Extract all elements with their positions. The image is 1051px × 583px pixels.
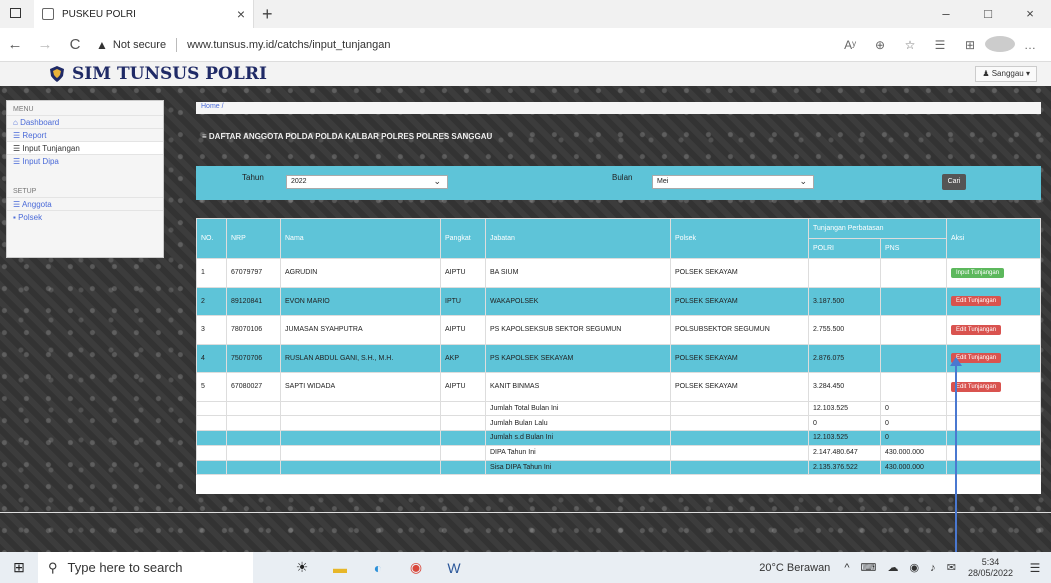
close-tab-icon[interactable]: × <box>237 6 245 22</box>
table-row: 4 75070706 RUSLAN ABDUL GANI, S.H., M.H. AK… <box>196 343 1041 373</box>
sidebar-item-polsek[interactable]: ▪ Polsek <box>7 210 163 223</box>
edge-icon[interactable]: ◐ <box>359 560 397 576</box>
search-placeholder: Type here to search <box>67 560 183 575</box>
sidebar-item-anggota[interactable]: ☰ Anggota <box>7 197 163 210</box>
table-row: 2 89120841 EVON MARIO IPTU WAKAPOLSEK POLSEK … <box>196 286 1041 316</box>
user-menu-button[interactable]: ♟ Sanggau ▾ <box>975 66 1037 82</box>
filter-bar: Tahun 2022 ⌄ Bulan Mei ⌄ Cari <box>196 166 1041 200</box>
word-icon[interactable]: W <box>435 560 473 576</box>
favorites-list-icon[interactable]: ☰ <box>925 38 955 52</box>
notifications-icon[interactable]: ☰ <box>1023 561 1047 575</box>
divider <box>176 37 178 52</box>
bulan-select[interactable]: Mei ⌄ <box>652 175 814 189</box>
col-nama: Nama <box>280 218 441 259</box>
col-nrp: NRP <box>226 218 281 259</box>
footer-divider <box>0 512 1051 513</box>
input-tunjangan-button[interactable]: Input Tunjangan <box>951 267 1005 278</box>
tahun-select[interactable]: 2022 ⌄ <box>286 175 448 189</box>
close-window-button[interactable]: × <box>1009 0 1051 28</box>
col-pangkat: Pangkat <box>440 218 486 259</box>
clock[interactable]: 5:34 28/05/2022 <box>968 557 1013 579</box>
window-icon <box>10 8 21 18</box>
favorite-icon[interactable]: ☆ <box>895 38 925 52</box>
sidebar-menu-heading: MENU <box>13 106 34 113</box>
sidebar-item-input-tunjangan[interactable]: ☰ Input Tunjangan <box>7 141 163 154</box>
col-polri: POLRI <box>808 238 881 259</box>
sidebar-item-input-dipa[interactable]: ☰ Input Dipa <box>7 154 163 167</box>
url-text[interactable]: www.tunsus.my.id/catchs/input_tunjangan <box>187 39 390 51</box>
chevron-down-icon: ⌄ <box>433 176 441 186</box>
brand-title[interactable]: SIM TUNSUS POLRI <box>72 64 267 84</box>
maximize-button[interactable]: □ <box>967 0 1009 28</box>
start-button[interactable]: ⊞ <box>0 559 38 576</box>
weather-widget[interactable]: 20°C Berawan <box>759 562 830 574</box>
annotation-arrow <box>955 364 957 583</box>
table-row: 3 78070106 JUMASAN SYAHPUTRA AIPTU PS KAPOLS… <box>196 315 1041 345</box>
tahun-label: Tahun <box>242 173 264 182</box>
summary-row: Jumlah Bulan Lalu 0 0 <box>196 415 1041 432</box>
page-icon <box>42 8 54 20</box>
address-bar: ← → C ▲ Not secure www.tunsus.my.id/catc… <box>0 28 1051 62</box>
summary-row: DIPA Tahun Ini 2.147.480.647 430.000.000 <box>196 444 1041 461</box>
anggota-table: NO. NRP Nama Pangkat Jabatan Polsek Tunj… <box>196 218 1041 494</box>
web-page: SIM TUNSUS POLRI ♟ Sanggau ▾ MENU ⌂ Dash… <box>0 62 1051 552</box>
table-row: 5 67080027 SAPTI WIDADA AIPTU KANIT BINMAS PO… <box>196 372 1041 402</box>
tab-title: PUSKEU POLRI <box>62 8 136 20</box>
table-row: 1 67079797 AGRUDIN AIPTU BA SIUM POLSEK SEKAY… <box>196 258 1041 288</box>
forward-button[interactable]: → <box>30 36 60 53</box>
profile-avatar[interactable] <box>985 35 1015 55</box>
summary-row: Sisa DIPA Tahun Ini 2.135.376.522 430.000.… <box>196 459 1041 476</box>
cari-button[interactable]: Cari <box>942 174 966 190</box>
user-label: Sanggau <box>991 69 1024 78</box>
taskbar-search[interactable]: ⚲ Type here to search <box>38 552 253 583</box>
sidebar-item-report[interactable]: ☰ Report <box>7 128 163 141</box>
read-aloud-icon[interactable]: Aʸ <box>835 38 865 52</box>
app-header: SIM TUNSUS POLRI ♟ Sanggau ▾ <box>0 62 1051 86</box>
col-jabatan: Jabatan <box>485 218 671 259</box>
system-tray: 20°C Berawan ^ ⌨ ☁ ◉ ♪ ✉ 5:34 28/05/2022… <box>759 552 1051 583</box>
not-secure-label[interactable]: Not secure <box>113 39 166 51</box>
chrome-icon[interactable]: ◉ <box>397 559 435 576</box>
collections-icon[interactable]: ⊞ <box>955 38 985 52</box>
window-controls: – □ × <box>925 0 1051 28</box>
summary-row: Jumlah s.d Bulan Ini 12.103.525 0 <box>196 430 1041 446</box>
file-explorer-icon[interactable]: ▬ <box>321 560 359 576</box>
col-polsek: Polsek <box>670 218 809 259</box>
edit-tunjangan-button[interactable]: Edit Tunjangan <box>951 324 1002 335</box>
chevron-down-icon: ⌄ <box>799 176 807 186</box>
taskbar: ⊞ ⚲ Type here to search ☀ ▬ ◐ ◉ W 20°C B… <box>0 552 1051 583</box>
summary-row: Jumlah Total Bulan Ini 12.103.525 0 <box>196 400 1041 417</box>
shield-logo-icon <box>50 66 64 82</box>
breadcrumb[interactable]: Home / <box>196 102 1041 114</box>
url-field[interactable]: ▲ Not secure www.tunsus.my.id/catchs/inp… <box>96 32 796 58</box>
sidebar-setup-heading: SETUP <box>13 188 37 195</box>
more-menu-icon[interactable]: … <box>1015 38 1045 52</box>
time: 5:34 <box>981 556 1000 567</box>
col-aksi: Aksi <box>946 218 1041 259</box>
date: 28/05/2022 <box>967 567 1013 578</box>
browser-tab-bar: PUSKEU POLRI × + – □ × <box>0 0 1051 28</box>
edit-tunjangan-button[interactable]: Edit Tunjangan <box>951 381 1002 392</box>
sidebar-item-dashboard[interactable]: ⌂ Dashboard <box>7 115 163 128</box>
widgets-icon[interactable]: ☀ <box>283 559 321 576</box>
col-pns: PNS <box>880 238 947 259</box>
reload-button[interactable]: C <box>60 36 90 53</box>
col-no: NO. <box>196 218 227 259</box>
back-button[interactable]: ← <box>0 36 30 53</box>
warning-icon: ▲ <box>96 37 108 52</box>
browser-tab[interactable]: PUSKEU POLRI × <box>34 0 254 28</box>
col-group-tunjangan: Tunjangan Perbatasan <box>808 218 947 239</box>
bulan-label: Bulan <box>612 173 633 182</box>
edit-tunjangan-button[interactable]: Edit Tunjangan <box>951 296 1002 307</box>
tray-icons[interactable]: ^ ⌨ ☁ ◉ ♪ ✉ <box>844 561 960 574</box>
new-tab-button[interactable]: + <box>262 4 273 25</box>
search-icon: ⚲ <box>48 559 58 575</box>
minimize-button[interactable]: – <box>925 0 967 28</box>
page-title: ≡ DAFTAR ANGGOTA POLDA POLDA KALBAR POLR… <box>202 132 493 141</box>
zoom-icon[interactable]: ⊕ <box>865 38 895 52</box>
browser-toolbar: Aʸ ⊕ ☆ ☰ ⊞ … <box>835 28 1045 62</box>
sidebar: MENU ⌂ Dashboard ☰ Report ☰ Input Tunjan… <box>6 100 164 258</box>
taskbar-apps: ☀ ▬ ◐ ◉ W <box>283 559 473 576</box>
